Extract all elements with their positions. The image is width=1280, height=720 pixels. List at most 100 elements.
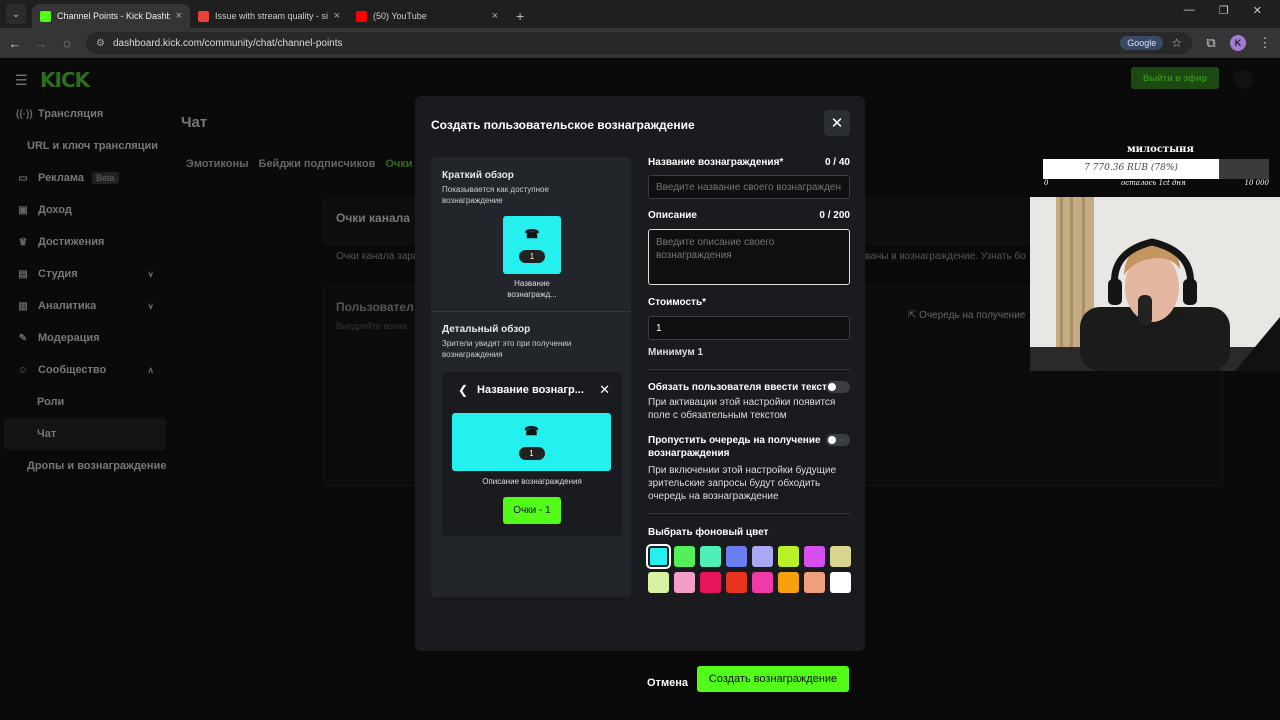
address-bar[interactable]: ⚙ dashboard.kick.com/community/chat/chan… xyxy=(86,32,1192,54)
sidebar-item-studio[interactable]: ▤ Студия ∨ xyxy=(0,258,170,290)
color-swatch[interactable] xyxy=(726,546,747,567)
browser-tab-gmail[interactable]: Issue with stream quality - sitisc × xyxy=(190,4,348,28)
tab-search-button[interactable]: ⌄ xyxy=(6,4,26,24)
require-text-label: Обязать пользователя ввести текст xyxy=(648,382,827,393)
user-avatar[interactable] xyxy=(1233,69,1253,89)
page-title: Чат xyxy=(181,114,208,131)
color-swatch[interactable] xyxy=(646,544,671,569)
create-reward-button[interactable]: Создать вознаграждение xyxy=(697,666,849,692)
site-info-icon[interactable]: ⚙ xyxy=(96,38,105,49)
reward-name-input[interactable] xyxy=(648,175,850,199)
sidebar-item-url-key[interactable]: URL и ключ трансляции xyxy=(0,130,170,162)
cost-input[interactable] xyxy=(648,316,850,340)
browser-tab-youtube[interactable]: (50) YouTube × xyxy=(348,4,506,28)
loading-icon[interactable]: ◌ xyxy=(60,36,74,51)
color-swatch[interactable] xyxy=(778,572,799,593)
browser-tab-kick[interactable]: Channel Points - Kick Dashboard × xyxy=(32,4,190,28)
sidebar-item-label: Трансляция xyxy=(38,108,104,120)
cancel-button[interactable]: Отмена xyxy=(647,677,688,689)
close-tab-icon[interactable]: × xyxy=(492,10,498,22)
sidebar-item-label: URL и ключ трансляции xyxy=(27,140,159,152)
sidebar-item-roles[interactable]: Роли xyxy=(0,386,170,418)
goal-max-label: 10 000 xyxy=(1244,179,1270,187)
channel-points-text: Очки канала зара xyxy=(336,251,419,262)
tab-emotes[interactable]: Эмотиконы xyxy=(186,158,249,170)
color-swatch[interactable] xyxy=(648,572,669,593)
sidebar-item-analytics[interactable]: ▥ Аналитика ∨ xyxy=(0,290,170,322)
sidebar-item-income[interactable]: ▣ Доход xyxy=(0,194,170,226)
tab-sub-badges[interactable]: Бейджи подписчиков xyxy=(259,158,376,170)
profile-avatar[interactable]: K xyxy=(1230,35,1246,51)
short-preview-desc: Показывается как доступное вознаграждени… xyxy=(442,185,549,205)
color-swatch[interactable] xyxy=(830,572,851,593)
chevron-down-icon: ∨ xyxy=(147,268,154,279)
goal-time-left: осталось 1ct дня xyxy=(1121,179,1186,187)
color-swatch[interactable] xyxy=(752,546,773,567)
analytics-icon: ▥ xyxy=(18,300,28,312)
bookmark-star-icon[interactable]: ☆ xyxy=(1171,36,1182,50)
studio-icon: ▤ xyxy=(18,268,28,280)
queue-link[interactable]: ⇱ Очередь на получение xyxy=(908,310,1025,321)
sidebar-item-achievements[interactable]: ♛ Достижения xyxy=(0,226,170,258)
sidebar-item-label: Роли xyxy=(37,396,65,408)
browser-toolbar: ← → ◌ ⚙ dashboard.kick.com/community/cha… xyxy=(0,28,1280,58)
sidebar-item-label: Сообщество xyxy=(38,364,107,376)
restore-icon[interactable]: ❐ xyxy=(1219,4,1229,17)
sidebar-item-chat[interactable]: Чат xyxy=(4,418,166,450)
community-icon: ☺ xyxy=(17,364,29,376)
sidebar-item-broadcast[interactable]: ((·)) Трансляция xyxy=(0,98,170,130)
sidebar-item-ads[interactable]: ▭ Реклама Beta xyxy=(0,162,170,194)
name-label: Название вознаграждения* xyxy=(648,157,784,168)
color-swatch[interactable] xyxy=(700,546,721,567)
color-swatch[interactable] xyxy=(830,546,851,567)
detail-preview-card: ❮ Название вознагр... ✕ ☎ 1 Описание воз… xyxy=(442,372,622,536)
goal-progress-track: 7 770.36 RUB (78%) xyxy=(1043,159,1269,179)
color-swatch[interactable] xyxy=(726,572,747,593)
extensions-icon[interactable]: ⧉ xyxy=(1204,35,1218,51)
tab-strip: ⌄ Channel Points - Kick Dashboard × Issu… xyxy=(0,0,1280,28)
skip-queue-toggle[interactable] xyxy=(826,434,850,446)
close-icon: ✕ xyxy=(830,115,844,132)
skip-queue-desc: При включении этой настройки будущие зри… xyxy=(648,465,837,502)
tab-points[interactable]: Очки xyxy=(385,158,412,170)
sidebar-item-community[interactable]: ☺ Сообщество ∧ xyxy=(0,354,170,386)
cost-pill: 1 xyxy=(519,250,545,263)
require-text-toggle[interactable] xyxy=(826,381,850,393)
kick-logo[interactable]: KICK xyxy=(40,68,90,92)
close-tab-icon[interactable]: × xyxy=(176,10,182,22)
color-swatch[interactable] xyxy=(804,572,825,593)
custom-rewards-title: Пользовател xyxy=(336,300,414,314)
color-label: Выбрать фоновый цвет xyxy=(648,527,769,538)
preview-panel: Краткий обзор Показывается как доступное… xyxy=(431,157,631,597)
beta-badge: Beta xyxy=(92,172,119,184)
modal-close-button[interactable]: ✕ xyxy=(824,110,850,136)
chevron-up-icon: ∧ xyxy=(147,364,154,375)
close-tab-icon[interactable]: × xyxy=(334,10,340,22)
menu-kebab-icon[interactable]: ⋮ xyxy=(1258,35,1272,51)
color-swatch[interactable] xyxy=(700,572,721,593)
sidebar-item-drops[interactable]: Дропы и вознаграждение xyxy=(0,450,170,482)
sidebar-item-moderation[interactable]: ✎ Модерация xyxy=(0,322,170,354)
minimize-icon[interactable]: — xyxy=(1184,4,1195,17)
ads-icon: ▭ xyxy=(18,172,28,184)
color-swatch[interactable] xyxy=(674,546,695,567)
go-live-button[interactable]: Выйти в эфир xyxy=(1131,67,1219,89)
color-swatch[interactable] xyxy=(804,546,825,567)
webcam-overlay xyxy=(1030,197,1280,371)
chat-tabs: Эмотиконы Бейджи подписчиков Очки xyxy=(186,158,413,170)
back-icon[interactable]: ← xyxy=(8,36,22,51)
modal-title: Создать пользовательское вознаграждение xyxy=(431,118,695,132)
color-swatch[interactable] xyxy=(778,546,799,567)
google-search-chip[interactable]: Google xyxy=(1120,36,1164,50)
sidebar-item-label: Модерация xyxy=(38,332,100,344)
close-window-icon[interactable]: ✕ xyxy=(1253,4,1262,17)
detail-preview-title: Детальный обзор xyxy=(442,324,531,335)
color-swatch[interactable] xyxy=(674,572,695,593)
hamburger-menu-icon[interactable]: ☰ xyxy=(15,72,28,89)
new-tab-button[interactable]: + xyxy=(506,8,534,28)
reward-description-input[interactable] xyxy=(648,229,850,285)
forward-icon[interactable]: → xyxy=(34,36,48,51)
channel-points-text-right: ваны в вознаграждение. Узнать бо xyxy=(865,251,1026,262)
cost-label: Стоимость* xyxy=(648,297,706,308)
color-swatch[interactable] xyxy=(752,572,773,593)
